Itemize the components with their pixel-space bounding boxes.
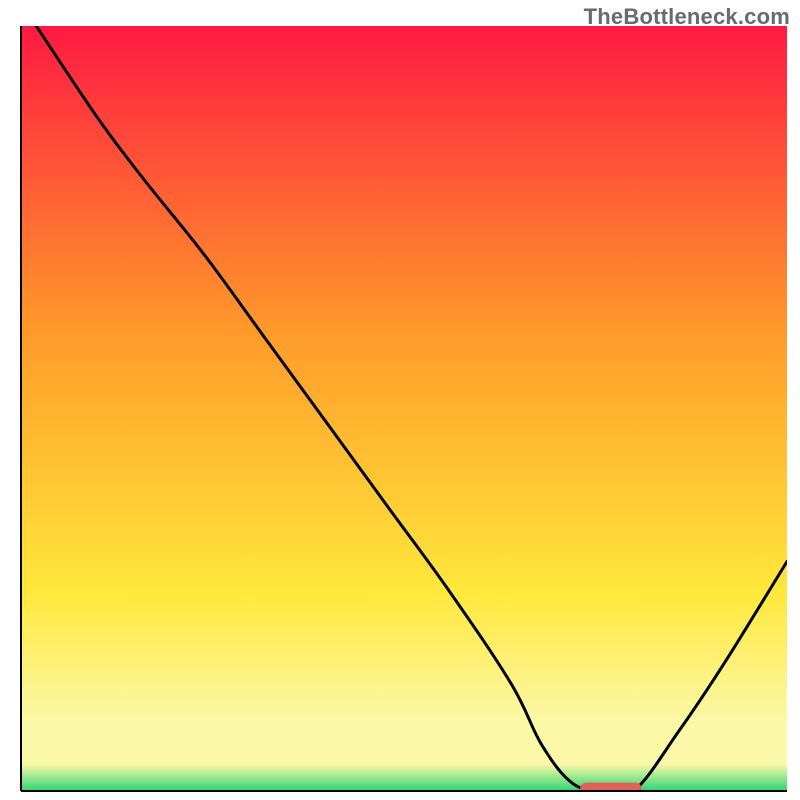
watermark-text: TheBottleneck.com <box>584 4 790 30</box>
bottleneck-chart <box>0 0 800 800</box>
plot-background <box>21 26 787 791</box>
